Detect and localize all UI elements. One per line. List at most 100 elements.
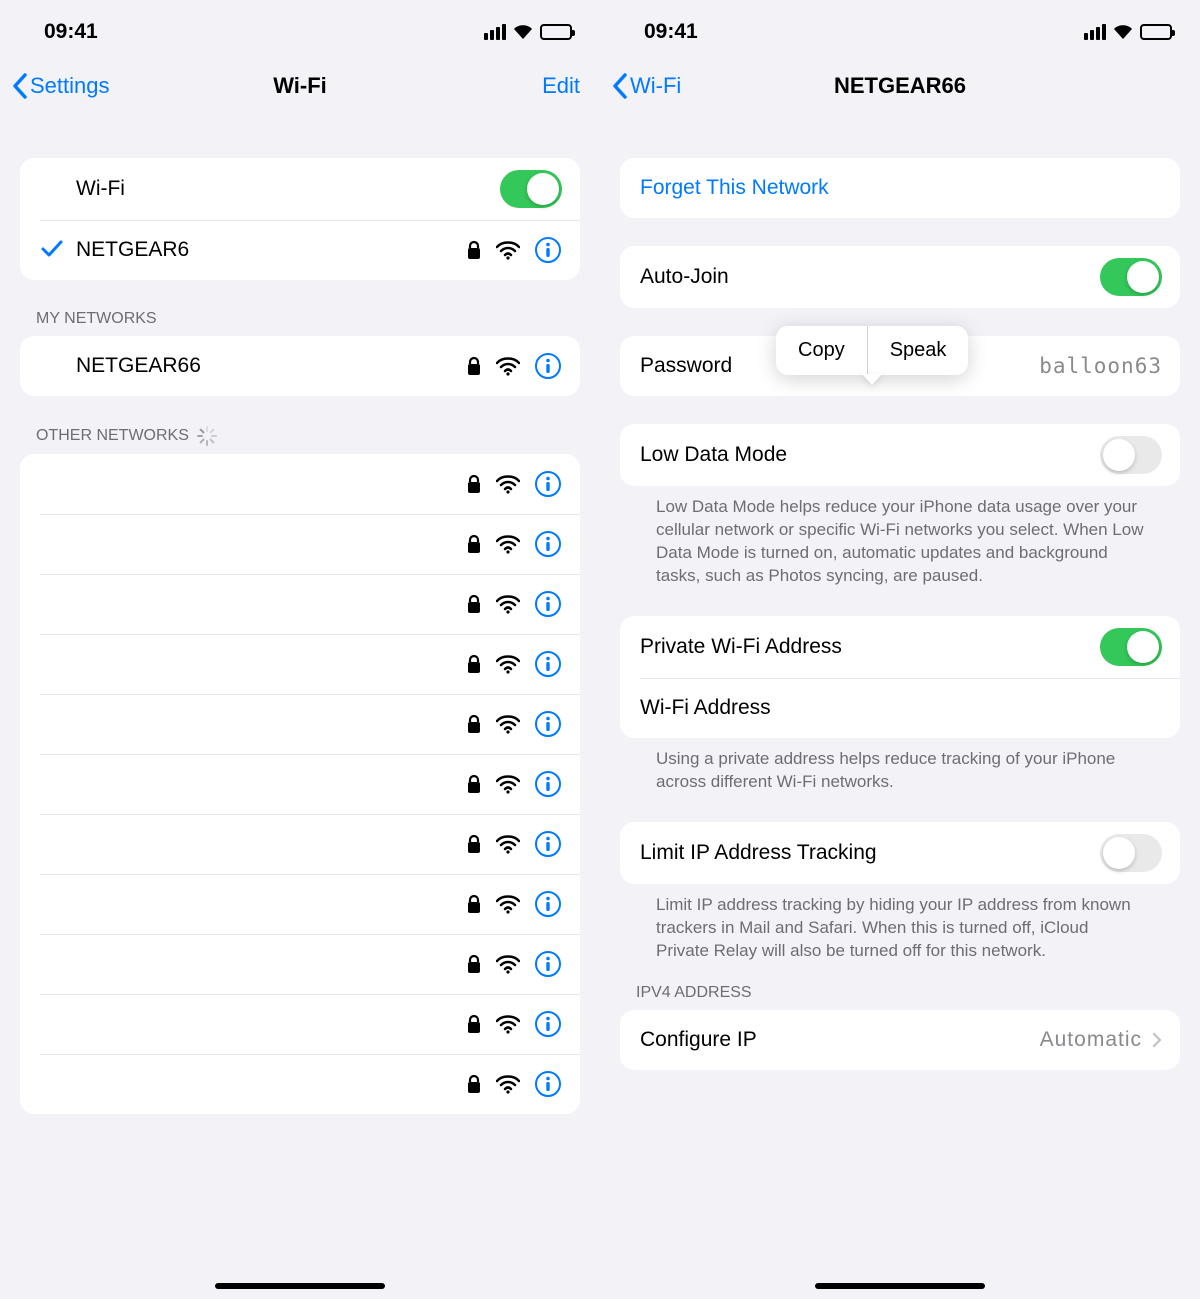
- info-icon[interactable]: [534, 710, 562, 738]
- home-indicator[interactable]: [815, 1283, 985, 1289]
- wifi-signal-icon: [496, 954, 520, 974]
- nav-bar: Wi-Fi NETGEAR66: [600, 58, 1200, 114]
- configure-ip-row[interactable]: Configure IP Automatic: [620, 1010, 1180, 1070]
- back-label: Wi-Fi: [630, 73, 681, 99]
- private-wifi-toggle[interactable]: [1100, 628, 1162, 666]
- lock-icon: [466, 594, 482, 614]
- chevron-back-icon: [612, 73, 628, 99]
- other-networks-label: Other Networks: [36, 427, 189, 445]
- info-icon[interactable]: [534, 590, 562, 618]
- other-network-row[interactable]: [20, 634, 580, 694]
- speak-menu-item[interactable]: Speak: [868, 326, 969, 375]
- wifi-toggle-label: Wi-Fi: [76, 177, 500, 201]
- info-icon[interactable]: [534, 1010, 562, 1038]
- other-network-row[interactable]: [20, 694, 580, 754]
- private-wifi-row[interactable]: Private Wi-Fi Address: [620, 616, 1180, 678]
- info-icon[interactable]: [534, 890, 562, 918]
- status-indicators: [1084, 24, 1172, 40]
- cellular-signal-icon: [484, 24, 506, 40]
- lock-icon: [466, 714, 482, 734]
- limit-ip-label: Limit IP Address Tracking: [640, 841, 1100, 865]
- wifi-signal-icon: [496, 1074, 520, 1094]
- checkmark-icon: [40, 238, 64, 263]
- wifi-master-toggle-row[interactable]: Wi-Fi: [20, 158, 580, 220]
- limit-ip-toggle[interactable]: [1100, 834, 1162, 872]
- home-indicator[interactable]: [215, 1283, 385, 1289]
- low-data-toggle[interactable]: [1100, 436, 1162, 474]
- other-network-row[interactable]: [20, 454, 580, 514]
- info-icon[interactable]: [534, 530, 562, 558]
- wifi-address-row[interactable]: Wi-Fi Address: [620, 678, 1180, 738]
- other-network-row[interactable]: [20, 754, 580, 814]
- configure-ip-value: Automatic: [1040, 1028, 1142, 1052]
- status-time: 09:41: [644, 20, 698, 44]
- lock-icon: [466, 774, 482, 794]
- lock-icon: [466, 534, 482, 554]
- popover-arrow-icon: [862, 373, 882, 385]
- limit-ip-footer: Limit IP address tracking by hiding your…: [620, 884, 1180, 963]
- back-button[interactable]: Wi-Fi: [612, 73, 681, 99]
- wifi-signal-icon: [496, 894, 520, 914]
- low-data-mode-row[interactable]: Low Data Mode: [620, 424, 1180, 486]
- forget-label: Forget This Network: [640, 176, 829, 200]
- other-network-row[interactable]: [20, 874, 580, 934]
- limit-ip-row[interactable]: Limit IP Address Tracking: [620, 822, 1180, 884]
- wifi-status-icon: [1112, 24, 1134, 40]
- other-network-row[interactable]: [20, 994, 580, 1054]
- wifi-signal-icon: [496, 474, 520, 494]
- my-network-row[interactable]: NETGEAR66: [20, 336, 580, 396]
- auto-join-row[interactable]: Auto-Join: [620, 246, 1180, 308]
- info-icon[interactable]: [534, 352, 562, 380]
- copy-menu-item[interactable]: Copy: [776, 326, 867, 375]
- wifi-signal-icon: [496, 714, 520, 734]
- page-title: Wi-Fi: [273, 73, 327, 99]
- network-detail-screen: 09:41 Wi-Fi NETGEAR66 Forget This Networ…: [600, 0, 1200, 1299]
- lock-icon: [466, 954, 482, 974]
- wifi-signal-icon: [496, 774, 520, 794]
- wifi-signal-icon: [496, 356, 520, 376]
- cellular-signal-icon: [1084, 24, 1106, 40]
- other-network-row[interactable]: [20, 574, 580, 634]
- wifi-signal-icon: [496, 654, 520, 674]
- other-network-row[interactable]: [20, 934, 580, 994]
- lock-icon: [466, 834, 482, 854]
- info-icon[interactable]: [534, 236, 562, 264]
- info-icon[interactable]: [534, 1070, 562, 1098]
- auto-join-label: Auto-Join: [640, 265, 1100, 289]
- wifi-signal-icon: [496, 240, 520, 260]
- network-name: NETGEAR6: [76, 238, 456, 262]
- wifi-signal-icon: [496, 534, 520, 554]
- loading-spinner-icon: [197, 426, 217, 446]
- status-bar: 09:41: [0, 0, 600, 58]
- other-network-row[interactable]: [20, 1054, 580, 1114]
- back-button[interactable]: Settings: [12, 73, 110, 99]
- my-networks-header: My Networks: [0, 280, 600, 336]
- lock-icon: [466, 1074, 482, 1094]
- battery-icon: [1140, 24, 1172, 40]
- forget-network-button[interactable]: Forget This Network: [620, 158, 1180, 218]
- info-icon[interactable]: [534, 650, 562, 678]
- low-data-footer: Low Data Mode helps reduce your iPhone d…: [620, 486, 1180, 588]
- wifi-toggle[interactable]: [500, 170, 562, 208]
- lock-icon: [466, 1014, 482, 1034]
- info-icon[interactable]: [534, 470, 562, 498]
- other-network-row[interactable]: [20, 514, 580, 574]
- connected-network-row[interactable]: NETGEAR6: [20, 220, 580, 280]
- edit-button[interactable]: Edit: [542, 73, 580, 99]
- configure-ip-label: Configure IP: [640, 1028, 1040, 1052]
- network-name: NETGEAR66: [76, 354, 456, 378]
- info-icon[interactable]: [534, 770, 562, 798]
- info-icon[interactable]: [534, 950, 562, 978]
- wifi-status-icon: [512, 24, 534, 40]
- auto-join-toggle[interactable]: [1100, 258, 1162, 296]
- password-value: balloon63: [1039, 354, 1162, 378]
- other-networks-header: Other Networks: [0, 396, 600, 454]
- wifi-address-label: Wi-Fi Address: [640, 696, 1162, 720]
- status-indicators: [484, 24, 572, 40]
- private-wifi-footer: Using a private address helps reduce tra…: [620, 738, 1180, 794]
- other-network-row[interactable]: [20, 814, 580, 874]
- lock-icon: [466, 654, 482, 674]
- info-icon[interactable]: [534, 830, 562, 858]
- lock-icon: [466, 240, 482, 260]
- low-data-label: Low Data Mode: [640, 443, 1100, 467]
